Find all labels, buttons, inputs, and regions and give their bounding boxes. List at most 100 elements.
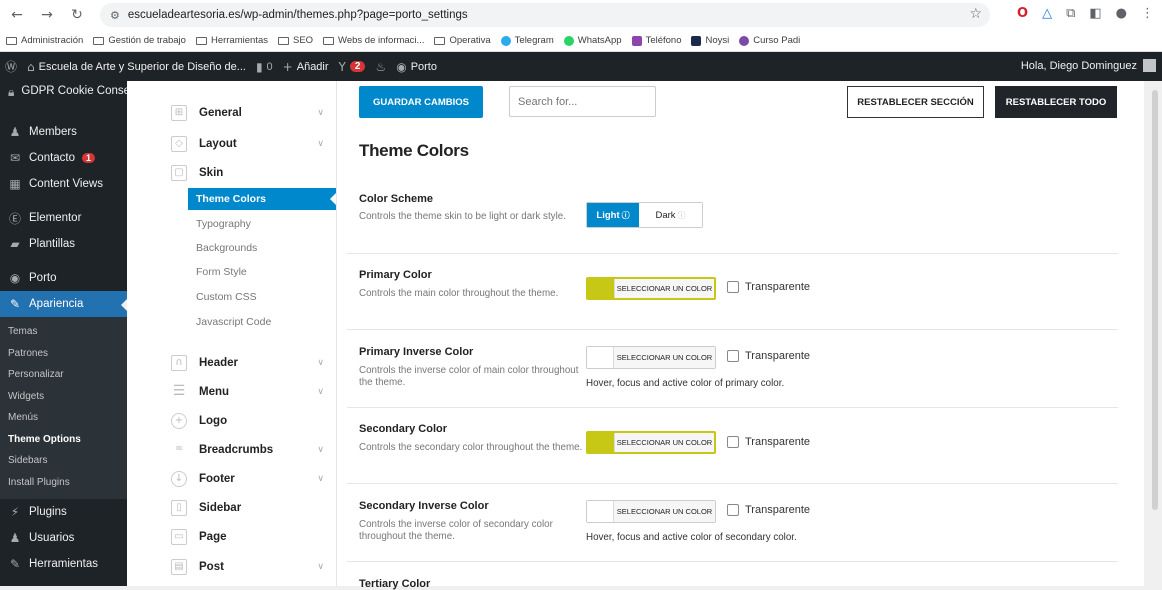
bookmark-item[interactable]: Administración <box>6 35 83 46</box>
bookmark-star-icon[interactable]: ☆ <box>969 6 982 22</box>
primary-inverse-color-picker[interactable]: SELECCIONAR UN COLOR <box>586 346 716 369</box>
menu-item-elementor[interactable]: Ⓔ Elementor <box>0 205 127 231</box>
nav-general[interactable]: ⊞ General ∨ <box>171 105 336 121</box>
secondary-transparent-checkbox[interactable]: Transparente <box>727 436 810 448</box>
primary-color-picker[interactable]: SELECCIONAR UN COLOR <box>586 277 716 300</box>
submenu-personalizar[interactable]: Personalizar <box>0 364 127 386</box>
extensions-icon[interactable]: ⧉ <box>1066 6 1075 21</box>
porto-link[interactable]: ◉ Porto <box>391 60 442 74</box>
porto-options-nav: ⊞ General ∨ ◇ Layout ∨ ▢ Skin Theme Colors Ty… <box>127 81 336 586</box>
avatar <box>1143 59 1156 72</box>
primary-transparent-checkbox[interactable]: Transparente <box>727 281 810 293</box>
reset-section-button[interactable]: RESTABLECER SECCIÓN <box>847 86 984 118</box>
option-hint: Hover, focus and active color of seconda… <box>586 532 797 543</box>
account-menu[interactable]: Hola, Diego Dominguez <box>1021 59 1156 72</box>
reset-all-button[interactable]: RESTABLECER TODO <box>995 86 1117 118</box>
menu-item-plantillas[interactable]: ▰ Plantillas <box>0 231 127 257</box>
bookmark-item[interactable]: Operativa <box>434 35 491 46</box>
menu-dots-icon[interactable]: ⋮ <box>1141 6 1154 21</box>
secondary-color-picker[interactable]: SELECCIONAR UN COLOR <box>586 431 716 454</box>
scheme-light-button[interactable]: Light ⓘ <box>587 203 639 227</box>
porto-icon: ◉ <box>9 271 21 285</box>
nav-backgrounds[interactable]: Backgrounds <box>188 237 336 259</box>
save-changes-button[interactable]: GUARDAR CAMBIOS <box>359 86 483 118</box>
menu-item-porto[interactable]: ◉ Porto <box>0 265 127 291</box>
menu-item-apariencia[interactable]: ✎ Apariencia <box>0 291 127 317</box>
wp-logo-icon[interactable]: Ⓦ <box>0 58 22 75</box>
menu-item-gdpr[interactable]: 🔒︎ GDPR Cookie Consent <box>0 81 140 119</box>
menu-item-herramientas[interactable]: ✎ Herramientas <box>0 551 127 577</box>
nav-typography[interactable]: Typography <box>188 213 336 235</box>
submenu-patrones[interactable]: Patrones <box>0 343 127 365</box>
color-swatch <box>588 433 614 452</box>
bookmark-item[interactable]: Herramientas <box>195 35 268 46</box>
menu-item-content-views[interactable]: ▦ Content Views <box>0 171 127 197</box>
submenu-temas[interactable]: Temas <box>0 321 127 343</box>
mail-icon: ✉ <box>9 151 21 165</box>
add-new-link[interactable]: + Añadir <box>278 60 334 74</box>
submenu-install-plugins[interactable]: Install Plugins <box>0 472 127 494</box>
opera-icon[interactable]: O <box>1017 6 1028 21</box>
bookmark-item[interactable]: SEO <box>277 35 313 46</box>
bookmark-item[interactable]: Gestión de trabajo <box>93 35 186 46</box>
nav-form-style[interactable]: Form Style <box>188 261 336 283</box>
folder-icon <box>93 36 105 45</box>
bookmark-item[interactable]: Curso Padi <box>739 35 800 46</box>
address-bar[interactable]: ⚙ escueladeartesoria.es/wp-admin/themes.… <box>100 3 990 27</box>
layers-icon: ◇ <box>171 136 187 152</box>
nav-page[interactable]: ▭ Page <box>171 529 336 545</box>
nav-post[interactable]: ▤ Post ∨ <box>171 559 336 575</box>
bookmark-item[interactable]: Webs de informaci... <box>323 35 424 46</box>
submenu-menus[interactable]: Menús <box>0 407 127 429</box>
menu-item-plugins[interactable]: ⚡ Plugins <box>0 499 127 525</box>
comments-link[interactable]: ▮ 0 <box>251 60 278 74</box>
nav-theme-colors[interactable]: Theme Colors <box>188 188 336 210</box>
submenu-sidebars[interactable]: Sidebars <box>0 450 127 472</box>
bookmark-item[interactable]: Noysi <box>691 35 729 46</box>
nav-footer[interactable]: ↓ Footer ∨ <box>171 471 336 487</box>
nav-sidebar[interactable]: ▯ Sidebar <box>171 500 336 516</box>
drive-icon[interactable]: △ <box>1042 6 1052 21</box>
back-icon[interactable]: ← <box>6 7 28 23</box>
folder-icon <box>434 36 446 45</box>
color-swatch <box>587 501 613 522</box>
reload-icon[interactable]: ↻ <box>66 7 88 23</box>
nav-layout[interactable]: ◇ Layout ∨ <box>171 136 336 152</box>
nav-custom-css[interactable]: Custom CSS <box>188 286 336 308</box>
plug-icon: ⚡ <box>10 505 20 519</box>
menu-item-members[interactable]: ♟ Members <box>0 119 127 145</box>
yoast-link[interactable]: Y2 <box>334 60 371 74</box>
menu-item-usuarios[interactable]: ♟ Usuarios <box>0 525 127 551</box>
users-icon: ♟ <box>9 125 21 139</box>
bookmark-item[interactable]: Telegram <box>500 35 554 46</box>
primary-inverse-transparent-checkbox[interactable]: Transparente <box>727 350 810 362</box>
submenu-theme-options[interactable]: Theme Options <box>0 429 127 451</box>
nav-menu[interactable]: ☰ Menu ∨ <box>171 384 336 400</box>
submenu-widgets[interactable]: Widgets <box>0 386 127 408</box>
secondary-inverse-color-picker[interactable]: SELECCIONAR UN COLOR <box>586 500 716 523</box>
nav-skin[interactable]: ▢ Skin <box>171 165 336 181</box>
bookmark-item[interactable]: WhatsApp <box>563 35 622 46</box>
updraft-link[interactable]: ♨ <box>370 60 391 74</box>
sidepanel-icon[interactable]: ◧ <box>1089 6 1101 21</box>
nav-breadcrumbs[interactable]: ∞ Breadcrumbs ∨ <box>171 442 336 458</box>
plus-icon: + <box>282 59 293 74</box>
secondary-inverse-transparent-checkbox[interactable]: Transparente <box>727 504 810 516</box>
option-hint: Hover, focus and active color of primary… <box>586 378 785 389</box>
profile-icon[interactable]: ● <box>1116 6 1127 21</box>
site-name-link[interactable]: ⌂ Escuela de Arte y Superior de Diseño de… <box>22 60 251 74</box>
plus-circle-icon: + <box>171 413 187 429</box>
chevron-down-icon: ∨ <box>317 387 324 397</box>
scrollbar[interactable] <box>1152 90 1158 510</box>
option-divider <box>347 329 1118 330</box>
nav-logo[interactable]: + Logo <box>171 413 336 429</box>
scheme-dark-button[interactable]: Dark ⓘ <box>639 203 702 227</box>
color-swatch <box>587 347 613 368</box>
forward-icon[interactable]: → <box>36 7 58 23</box>
search-input[interactable] <box>509 86 656 117</box>
site-info-icon[interactable]: ⚙ <box>110 9 120 22</box>
menu-item-contacto[interactable]: ✉ Contacto 1 <box>0 145 127 171</box>
bookmark-item[interactable]: Teléfono <box>631 35 681 46</box>
nav-javascript-code[interactable]: Javascript Code <box>188 311 336 333</box>
nav-header[interactable]: ∩ Header ∨ <box>171 355 336 371</box>
